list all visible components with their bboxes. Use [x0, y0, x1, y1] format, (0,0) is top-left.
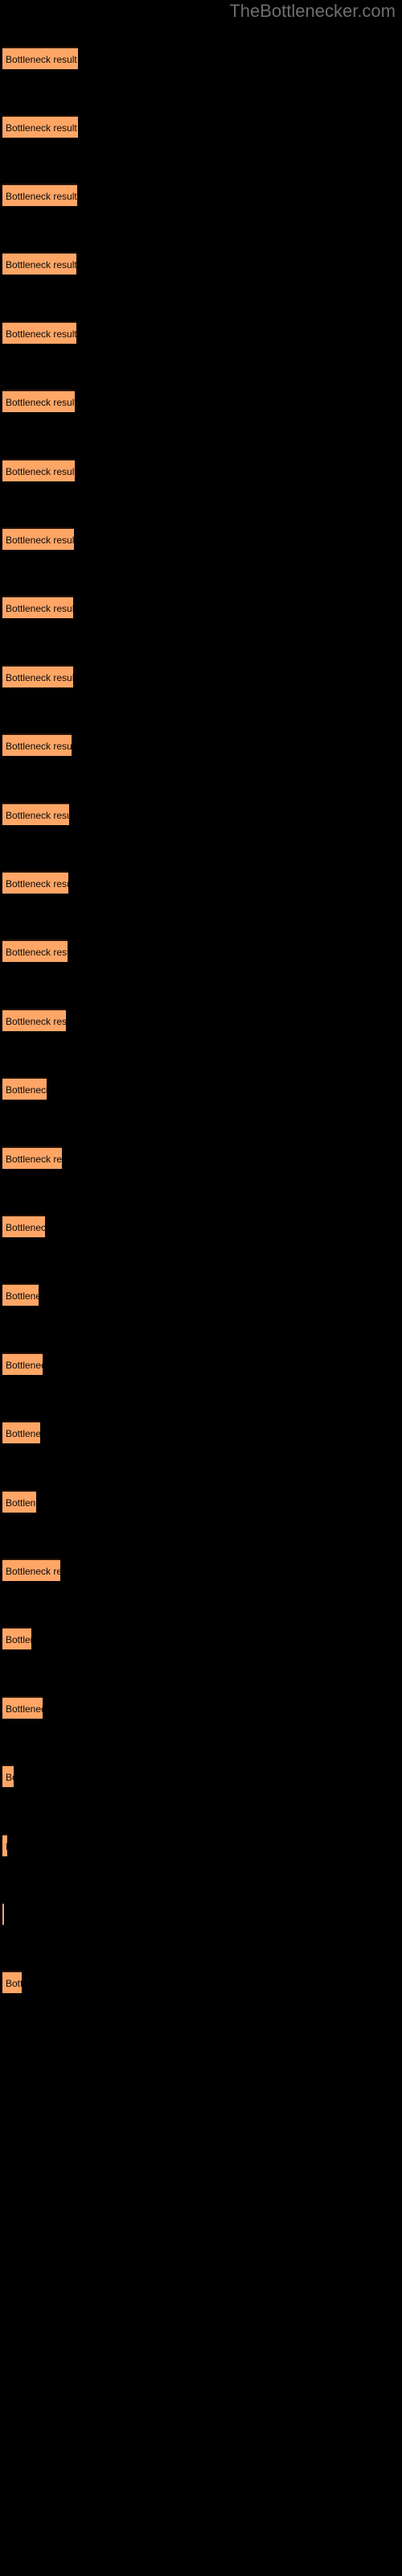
bar-label: Bottleneck result	[6, 810, 69, 821]
bar[interactable]: Bottleneck result	[2, 871, 68, 894]
bar[interactable]: Bottleneck result	[2, 1352, 43, 1375]
bar-label: Bottleneck result	[6, 191, 77, 202]
bar[interactable]: Bottleneck result	[2, 47, 78, 69]
bar-label: Bottleneck result	[6, 466, 75, 477]
bar[interactable]: Bottleneck result	[2, 527, 74, 550]
bar[interactable]: Bottleneck result	[2, 1077, 47, 1100]
bar[interactable]: Bottleneck result	[2, 390, 75, 412]
bar[interactable]: Bottleneck result	[2, 1902, 4, 1925]
bar-label: Bottleneck result	[6, 1978, 22, 1989]
bar-label: Bottleneck result	[6, 328, 76, 340]
bar[interactable]: Bottleneck result	[2, 596, 73, 618]
bar-label: Bottleneck result	[6, 535, 74, 546]
bar[interactable]: Bottleneck result	[2, 665, 73, 687]
bar[interactable]: Bottleneck result	[2, 733, 72, 756]
bar-label: Bottleneck result	[6, 259, 76, 270]
bar-label: Bottleneck result	[6, 878, 68, 890]
bar[interactable]: Bottleneck result	[2, 115, 78, 138]
bar[interactable]: Bottleneck result	[2, 1834, 7, 1856]
bar[interactable]: Bottleneck result	[2, 1283, 39, 1306]
bar-label: Bottleneck result	[6, 1154, 62, 1165]
bar[interactable]: Bottleneck result	[2, 939, 68, 962]
bar[interactable]: Bottleneck result	[2, 1421, 40, 1443]
bar-label: Bottleneck result	[6, 1634, 31, 1645]
bar-label: Bottleneck result	[6, 672, 73, 683]
bar-label: Bottleneck result	[6, 1016, 66, 1027]
bar-label: Bottleneck result	[6, 603, 73, 614]
bar[interactable]: Bottleneck result	[2, 184, 77, 206]
bar[interactable]: Bottleneck result	[2, 1627, 31, 1649]
bar[interactable]: Bottleneck result	[2, 1558, 60, 1581]
watermark-thebottlenecker: TheBottlenecker.com	[229, 1, 396, 21]
bar[interactable]: Bottleneck result	[2, 1971, 22, 1993]
bar[interactable]: Bottleneck result	[2, 803, 69, 825]
bar-label: Bottleneck result	[6, 54, 77, 65]
bar-label: Bottleneck result	[6, 947, 68, 958]
bar-label: Bottleneck result	[6, 1290, 39, 1302]
bar-label: Bottleneck result	[6, 122, 77, 134]
bar-label: Bottleneck result	[6, 397, 75, 408]
bar-label: Bottleneck result	[6, 1703, 43, 1715]
bar-label: Bottleneck result	[6, 1772, 14, 1783]
bar[interactable]: Bottleneck result	[2, 459, 75, 481]
bar[interactable]: Bottleneck result	[2, 1215, 45, 1237]
bar[interactable]: Bottleneck result	[2, 1696, 43, 1719]
bar[interactable]: Bottleneck result	[2, 1146, 62, 1169]
bar[interactable]: Bottleneck result	[2, 1765, 14, 1787]
bar[interactable]: Bottleneck result	[2, 1009, 66, 1031]
bar-label: Bottleneck result	[6, 1428, 40, 1439]
bar[interactable]: Bottleneck result	[2, 321, 76, 344]
bar-label: Bottleneck result	[6, 741, 72, 752]
bar[interactable]: Bottleneck result	[2, 252, 76, 275]
bar-label: Bottleneck result	[6, 1360, 43, 1371]
bar-label: Bottleneck result	[6, 1566, 60, 1577]
bar-label: Bottleneck result	[6, 1839, 7, 1854]
bar-label: Bottleneck result	[6, 1084, 47, 1096]
bar[interactable]: Bottleneck result	[2, 1490, 36, 1513]
bar-chart: TheBottlenecker.com Bottleneck result Bot…	[0, 0, 402, 2576]
bar-label: Bottleneck result	[6, 1222, 45, 1233]
bar-label: Bottleneck result	[6, 1497, 36, 1509]
